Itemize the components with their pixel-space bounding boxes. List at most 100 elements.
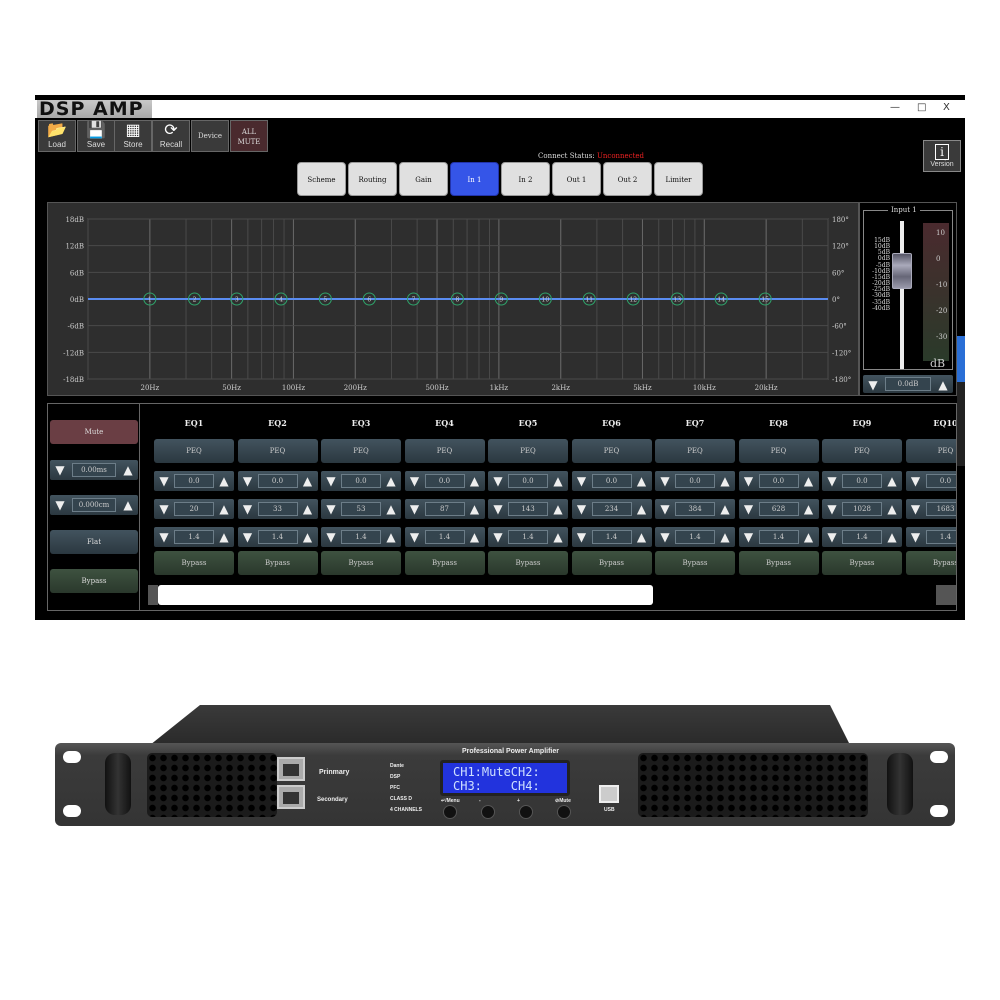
filter-type-button[interactable]: PEQ xyxy=(154,439,234,463)
decrease-icon[interactable]: ▼ xyxy=(741,499,757,519)
vertical-scrollbar[interactable] xyxy=(957,336,965,466)
decrease-icon[interactable]: ▼ xyxy=(490,499,506,519)
filter-type-button[interactable]: PEQ xyxy=(738,439,819,463)
band-bypass-button[interactable]: Bypass xyxy=(321,551,401,575)
freq-field[interactable]: 143 xyxy=(508,502,548,516)
increase-icon[interactable]: ▲ xyxy=(801,499,817,519)
decrease-icon[interactable]: ▼ xyxy=(323,499,339,519)
close-button[interactable]: X xyxy=(943,102,950,113)
band-bypass-button[interactable]: Bypass xyxy=(237,551,318,575)
decrease-icon[interactable]: ▼ xyxy=(323,471,339,491)
scroll-thumb[interactable] xyxy=(158,585,653,605)
increase-icon[interactable]: ▲ xyxy=(120,495,136,515)
decrease-icon[interactable]: ▼ xyxy=(741,471,757,491)
freq-field[interactable]: 1028 xyxy=(842,502,882,516)
q-field[interactable]: 1.4 xyxy=(424,530,465,544)
decrease-icon[interactable]: ▼ xyxy=(156,471,172,491)
freq-field[interactable]: 33 xyxy=(257,502,298,516)
gain-field[interactable]: 0.0 xyxy=(174,474,214,488)
increase-icon[interactable]: ▲ xyxy=(120,460,136,480)
tab-out-1[interactable]: Out 1 xyxy=(552,162,601,196)
decrease-icon[interactable]: ▼ xyxy=(240,527,256,547)
gain-field[interactable]: 0.0 xyxy=(257,474,298,488)
decrease-icon[interactable]: ▼ xyxy=(824,499,840,519)
decrease-icon[interactable]: ▼ xyxy=(52,495,68,515)
decrease-icon[interactable]: ▼ xyxy=(574,471,590,491)
increase-icon[interactable]: ▲ xyxy=(634,471,650,491)
filter-type-button[interactable]: PEQ xyxy=(905,439,956,463)
decrease-icon[interactable]: ▼ xyxy=(156,527,172,547)
decrease-icon[interactable]: ▼ xyxy=(407,527,423,547)
increase-icon[interactable]: ▲ xyxy=(634,499,650,519)
increase-icon[interactable]: ▲ xyxy=(467,527,483,547)
band-bypass-button[interactable]: Bypass xyxy=(655,551,735,575)
increase-icon[interactable]: ▲ xyxy=(717,471,733,491)
decrease-icon[interactable]: ▼ xyxy=(865,375,881,395)
q-field[interactable]: 1.4 xyxy=(758,530,799,544)
band-bypass-button[interactable]: Bypass xyxy=(905,551,956,575)
q-field[interactable]: 1.4 xyxy=(591,530,632,544)
channel-bypass-button[interactable]: Bypass xyxy=(50,569,138,593)
increase-icon[interactable]: ▲ xyxy=(717,499,733,519)
filter-type-button[interactable]: PEQ xyxy=(822,439,902,463)
increase-icon[interactable]: ▲ xyxy=(467,499,483,519)
increase-icon[interactable]: ▲ xyxy=(801,471,817,491)
q-field[interactable]: 1.4 xyxy=(174,530,214,544)
version-button[interactable]: i Version xyxy=(923,140,961,172)
increase-icon[interactable]: ▲ xyxy=(717,527,733,547)
store-button[interactable]: ▦ Store xyxy=(114,120,152,152)
horizontal-scrollbar[interactable] xyxy=(148,584,956,606)
tab-out-2[interactable]: Out 2 xyxy=(603,162,652,196)
decrease-icon[interactable]: ▼ xyxy=(908,499,924,519)
increase-icon[interactable]: ▲ xyxy=(300,527,316,547)
decrease-icon[interactable]: ▼ xyxy=(407,471,423,491)
decrease-icon[interactable]: ▼ xyxy=(908,471,924,491)
delay-field[interactable]: 0.00ms xyxy=(72,463,116,477)
decrease-icon[interactable]: ▼ xyxy=(52,460,68,480)
gain-field[interactable]: 0.0 xyxy=(591,474,632,488)
increase-icon[interactable]: ▲ xyxy=(216,527,232,547)
q-field[interactable]: 1.4 xyxy=(675,530,715,544)
increase-icon[interactable]: ▲ xyxy=(383,527,399,547)
decrease-icon[interactable]: ▼ xyxy=(657,471,673,491)
vertical-scroll-thumb[interactable] xyxy=(957,336,965,382)
band-bypass-button[interactable]: Bypass xyxy=(154,551,234,575)
freq-field[interactable]: 628 xyxy=(758,502,799,516)
decrease-icon[interactable]: ▼ xyxy=(657,527,673,547)
freq-field[interactable]: 87 xyxy=(424,502,465,516)
decrease-icon[interactable]: ▼ xyxy=(574,499,590,519)
scroll-right[interactable] xyxy=(936,585,956,605)
gain-field[interactable]: 0.0 xyxy=(341,474,381,488)
decrease-icon[interactable]: ▼ xyxy=(908,527,924,547)
gain-field[interactable]: 0.0 xyxy=(758,474,799,488)
increase-icon[interactable]: ▲ xyxy=(383,499,399,519)
increase-icon[interactable]: ▲ xyxy=(383,471,399,491)
increase-icon[interactable]: ▲ xyxy=(216,471,232,491)
tab-gain[interactable]: Gain xyxy=(399,162,448,196)
band-bypass-button[interactable]: Bypass xyxy=(404,551,485,575)
band-bypass-button[interactable]: Bypass xyxy=(822,551,902,575)
save-button[interactable]: 💾 Save xyxy=(77,120,115,152)
decrease-icon[interactable]: ▼ xyxy=(824,471,840,491)
decrease-icon[interactable]: ▼ xyxy=(574,527,590,547)
increase-icon[interactable]: ▲ xyxy=(801,527,817,547)
band-bypass-button[interactable]: Bypass xyxy=(571,551,652,575)
increase-icon[interactable]: ▲ xyxy=(300,471,316,491)
fader-value-field[interactable]: 0.0dB xyxy=(885,377,931,391)
increase-icon[interactable]: ▲ xyxy=(550,471,566,491)
gain-field[interactable]: 0.0 xyxy=(925,474,956,488)
increase-icon[interactable]: ▲ xyxy=(550,527,566,547)
decrease-icon[interactable]: ▼ xyxy=(156,499,172,519)
increase-icon[interactable]: ▲ xyxy=(935,375,951,395)
q-field[interactable]: 1.4 xyxy=(341,530,381,544)
q-field[interactable]: 1.4 xyxy=(257,530,298,544)
distance-field[interactable]: 0.000cm xyxy=(72,498,116,512)
all-mute-button[interactable]: ALL MUTE xyxy=(230,120,268,152)
increase-icon[interactable]: ▲ xyxy=(884,499,900,519)
fader-track[interactable] xyxy=(900,221,904,369)
mute-button[interactable]: Mute xyxy=(50,420,138,444)
minimize-button[interactable]: — xyxy=(890,102,900,113)
band-bypass-button[interactable]: Bypass xyxy=(738,551,819,575)
increase-icon[interactable]: ▲ xyxy=(634,527,650,547)
fader-knob[interactable] xyxy=(892,253,912,289)
